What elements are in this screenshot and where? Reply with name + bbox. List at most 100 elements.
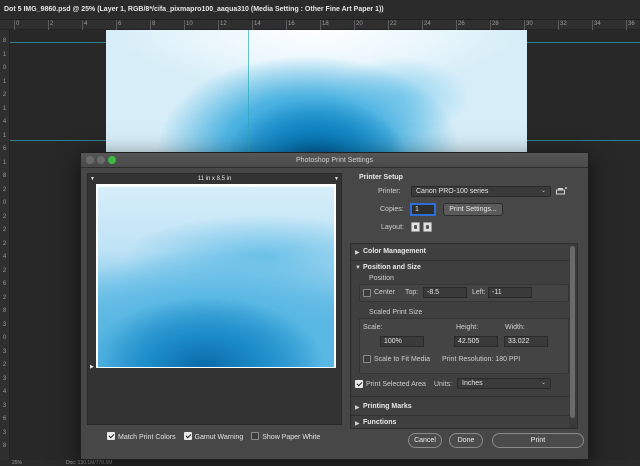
left-field[interactable]: -11: [488, 287, 532, 298]
gamut-warning-checkbox[interactable]: [183, 432, 192, 440]
print-selected-area-checkbox[interactable]: [355, 380, 363, 388]
cancel-button[interactable]: Cancel: [408, 433, 442, 448]
disclosure-down-icon[interactable]: ▼: [355, 265, 361, 271]
ruler-label: 0: [2, 200, 7, 206]
ruler-label: 8: [152, 21, 156, 27]
print-button[interactable]: Print: [492, 433, 584, 448]
canvas-image[interactable]: [106, 30, 527, 152]
ruler-label: 3: [2, 375, 7, 382]
corner-marker-icon: ▶: [90, 364, 94, 370]
units-label: Units:: [434, 381, 452, 388]
position-label: Position: [369, 275, 394, 282]
ruler-label: 3: [2, 402, 7, 409]
ruler-tick: [592, 20, 593, 30]
ruler-tick: [422, 20, 423, 30]
disclosure-right-icon[interactable]: ▶: [355, 420, 360, 427]
ruler-label: 2: [2, 213, 7, 220]
ruler-tick: [388, 20, 389, 30]
show-paper-white-label: Show Paper White: [262, 434, 321, 441]
printer-select-value: Canon PRO-100 series: [416, 188, 489, 195]
ruler-label: 0: [2, 335, 7, 341]
disclosure-right-icon[interactable]: ▶: [355, 404, 360, 411]
disclosure-right-icon[interactable]: ▶: [355, 249, 360, 256]
ruler-label: 22: [390, 21, 397, 27]
position-box: Center Top: -8.5 Left: -11: [359, 284, 569, 302]
match-print-colors-label: Match Print Colors: [118, 434, 176, 441]
ruler-label: 8: [2, 308, 7, 314]
ruler-label: 2: [50, 21, 54, 27]
ruler-label: 2: [2, 92, 7, 98]
top-field[interactable]: -8.5: [423, 287, 467, 298]
preview-options: Match Print Colors Gamut Warning Show Pa…: [107, 432, 326, 441]
done-button[interactable]: Done: [449, 433, 483, 448]
ruler-label: 8: [2, 38, 7, 44]
ruler-label: 6: [2, 416, 7, 422]
color-management-section[interactable]: Color Management: [363, 248, 426, 255]
height-field[interactable]: 42.505: [454, 336, 498, 347]
vertical-ruler: 8 1 0 1 2 1 4 1 6 1 8 2 0 2 2 2 4 2 6 2 8 3 0 3 2 3 4 3 6 3 8: [0, 30, 10, 460]
ruler-tick: [286, 20, 287, 30]
ruler-tick: [456, 20, 457, 30]
printer-icon[interactable]: [556, 187, 567, 196]
chevron-updown-icon: ⌄: [540, 188, 546, 194]
scrollbar-thumb[interactable]: [570, 246, 575, 418]
ruler-tick: [14, 20, 15, 30]
position-and-size-section[interactable]: Position and Size: [363, 264, 421, 271]
dialog-titlebar[interactable]: Photoshop Print Settings: [81, 153, 588, 168]
gamut-warning-option[interactable]: Gamut Warning: [183, 432, 244, 441]
copies-field[interactable]: 1: [411, 204, 435, 215]
preview-paper: [96, 184, 336, 368]
ruler-tick: [626, 20, 627, 30]
show-paper-white-checkbox[interactable]: [251, 432, 260, 440]
chevron-updown-icon: ⌄: [540, 380, 546, 386]
print-options-panel[interactable]: ▶ Color Management ▼ Position and Size P…: [350, 243, 578, 429]
ruler-label: 6: [2, 281, 7, 287]
printer-select[interactable]: Canon PRO-100 series ⌄: [411, 186, 551, 197]
landscape-layout-icon[interactable]: [423, 222, 432, 232]
ruler-label: 1: [2, 78, 7, 85]
ruler-label: 36: [628, 21, 635, 27]
status-zoom: 25%: [12, 460, 23, 466]
paper-size-label: 11 in x 8.5 in: [197, 176, 232, 182]
ruler-tick: [490, 20, 491, 30]
ruler-label: 1: [2, 51, 7, 58]
ruler-label: 8: [2, 173, 7, 179]
center-checkbox[interactable]: [363, 289, 371, 297]
ruler-label: 3: [2, 348, 7, 355]
ruler-label: 2: [2, 240, 7, 247]
ruler-label: 4: [2, 254, 7, 260]
ruler-tick: [524, 20, 525, 30]
ruler-label: 16: [288, 21, 295, 27]
scale-to-fit-label: Scale to Fit Media: [374, 356, 431, 363]
divider: [351, 396, 569, 397]
document-tab[interactable]: Dot 5 IMG_9860.psd @ 25% (Layer 1, RGB/8…: [0, 0, 640, 20]
units-select[interactable]: Inches ⌄: [457, 378, 551, 389]
print-settings-button[interactable]: Print Settings...: [443, 203, 503, 216]
ruler-label: 6: [118, 21, 122, 27]
width-field[interactable]: 33.022: [504, 336, 548, 347]
scrollbar[interactable]: [569, 244, 576, 428]
portrait-layout-icon[interactable]: [411, 222, 420, 232]
functions-section[interactable]: Functions: [363, 419, 396, 426]
ruler-label: 2: [2, 186, 7, 193]
document-tab-title: Dot 5 IMG_9860.psd @ 25% (Layer 1, RGB/8…: [4, 6, 384, 13]
match-print-colors-option[interactable]: Match Print Colors: [107, 432, 176, 441]
ruler-label: 24: [424, 21, 431, 27]
print-selected-area-label: Print Selected Area: [366, 381, 426, 388]
status-bar: 25% Doc: 130.1M/778.6M: [0, 460, 640, 466]
ruler-label: 12: [220, 21, 227, 27]
ruler-tick: [558, 20, 559, 30]
preview-image[interactable]: [98, 187, 334, 367]
width-label: Width:: [505, 324, 525, 331]
ruler-label: 34: [594, 21, 601, 27]
match-print-colors-checkbox[interactable]: [107, 432, 115, 440]
scale-field[interactable]: 100%: [380, 336, 424, 347]
ruler-label: 4: [2, 389, 7, 395]
gamut-warning-label: Gamut Warning: [194, 434, 244, 441]
printing-marks-section[interactable]: Printing Marks: [363, 403, 412, 410]
scale-label: Scale:: [363, 324, 383, 331]
guide-line: [248, 30, 249, 152]
ruler-label: 3: [2, 429, 7, 436]
scale-to-fit-checkbox[interactable]: [363, 355, 371, 363]
show-paper-white-option[interactable]: Show Paper White: [251, 432, 320, 441]
